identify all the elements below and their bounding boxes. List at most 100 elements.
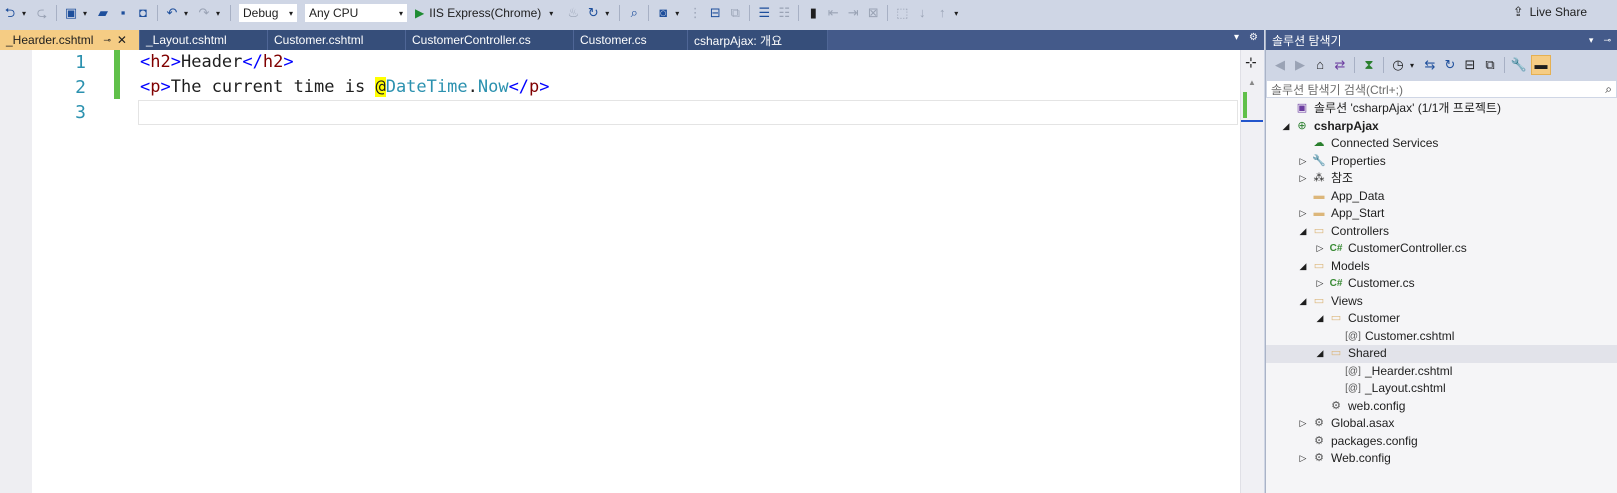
pin-icon[interactable]: ⊸ bbox=[103, 35, 111, 46]
object-browser-icon[interactable]: ⊟ bbox=[707, 5, 723, 21]
collapse-arrow-icon[interactable]: ◢ bbox=[1314, 310, 1326, 328]
step-icon[interactable]: ⬚ bbox=[894, 5, 910, 21]
close-icon[interactable]: ✕ bbox=[117, 33, 127, 47]
split-window-icon[interactable]: ⊹ bbox=[1245, 54, 1257, 71]
expand-arrow-icon[interactable]: ▷ bbox=[1314, 240, 1326, 258]
history-dropdown-icon[interactable]: ▾ bbox=[1408, 61, 1416, 70]
pending-changes-filter-icon[interactable]: ⧗ bbox=[1361, 57, 1377, 73]
sync-icon[interactable]: ⇆ bbox=[1422, 57, 1438, 73]
refresh-browser-icon[interactable]: ↻ bbox=[585, 5, 601, 21]
expand-arrow-icon[interactable]: ▷ bbox=[1314, 275, 1326, 293]
search-icon[interactable]: ⌕ bbox=[1605, 82, 1612, 97]
expand-arrow-icon[interactable]: ▷ bbox=[1297, 205, 1309, 223]
undo-icon[interactable]: ↶ bbox=[164, 5, 180, 21]
forward-icon[interactable]: ▶ bbox=[1292, 57, 1308, 73]
collapse-arrow-icon[interactable]: ◢ bbox=[1297, 258, 1309, 276]
tree-item[interactable]: ◢ ▭ Controllers bbox=[1266, 223, 1617, 241]
live-share-button[interactable]: ⇪ Live Share bbox=[1513, 4, 1587, 20]
expand-arrow-icon[interactable]: ▷ bbox=[1297, 153, 1309, 171]
tree-item[interactable]: ⚙ packages.config bbox=[1266, 433, 1617, 451]
tree-item[interactable]: [@] _Layout.cshtml bbox=[1266, 380, 1617, 398]
tree-item[interactable]: ◢ ▭ Views bbox=[1266, 293, 1617, 311]
tree-item[interactable]: ▷ C# Customer.cs bbox=[1266, 275, 1617, 293]
next-bookmark-icon[interactable]: ⇥ bbox=[845, 5, 861, 21]
new-project-dropdown-icon[interactable]: ▾ bbox=[81, 9, 89, 18]
tree-item[interactable]: ▷ ⚙ Web.config bbox=[1266, 450, 1617, 468]
tab-customer-cs[interactable]: Customer.cs bbox=[574, 30, 688, 50]
layout-icon[interactable]: ⋮ bbox=[687, 5, 703, 21]
start-debugging-button[interactable]: ▶ IIS Express(Chrome) ▾ bbox=[415, 6, 559, 20]
tree-item[interactable]: ◢ ▭ Shared bbox=[1266, 345, 1617, 363]
collapse-all-icon[interactable]: ⊟ bbox=[1462, 57, 1478, 73]
tree-item[interactable]: [@] _Hearder.cshtml bbox=[1266, 363, 1617, 381]
tree-item[interactable]: [@] Customer.cshtml bbox=[1266, 328, 1617, 346]
navigate-forward-icon[interactable]: ⮎ bbox=[34, 5, 50, 21]
back-icon[interactable]: ◀ bbox=[1272, 57, 1288, 73]
tab-layout-cshtml[interactable]: _Layout.cshtml bbox=[140, 30, 268, 50]
tab-customer-cshtml[interactable]: Customer.cshtml bbox=[268, 30, 406, 50]
solution-configuration-select[interactable]: Debug ▾ bbox=[238, 3, 298, 23]
arrow-up-icon[interactable]: ↑ bbox=[934, 5, 950, 21]
undo-dropdown-icon[interactable]: ▾ bbox=[182, 9, 190, 18]
save-all-icon[interactable]: ◘ bbox=[135, 5, 151, 21]
pin-icon[interactable]: ⊸ bbox=[1603, 35, 1611, 46]
indicator-margin[interactable] bbox=[0, 50, 32, 493]
code-line-2[interactable]: <p>The current time is @DateTime.Now</p> bbox=[140, 75, 1238, 100]
scroll-up-icon[interactable]: ▲ bbox=[1248, 78, 1256, 87]
code-line-3-current[interactable] bbox=[138, 100, 1238, 125]
gear-icon[interactable]: ⚙ bbox=[1249, 32, 1258, 43]
code-editor[interactable]: 1 2 3 <h2>Header</h2> <p>The current tim… bbox=[0, 50, 1264, 493]
vertical-scrollbar[interactable]: ⊹ ▲ bbox=[1240, 50, 1264, 493]
tree-item[interactable]: ◢ ▭ Models bbox=[1266, 258, 1617, 276]
tree-item[interactable]: ▣ 솔루션 'csharpAjax' (1/1개 프로젝트) bbox=[1266, 100, 1617, 118]
bookmark-icon[interactable]: ▮ bbox=[805, 5, 821, 21]
tree-item[interactable]: ◢ ▭ Customer bbox=[1266, 310, 1617, 328]
solution-explorer-search-input[interactable]: 솔루션 탐색기 검색(Ctrl+;) ⌕ bbox=[1266, 80, 1617, 98]
show-all-files-icon[interactable]: ⧉ bbox=[1482, 57, 1498, 73]
tab-csharpajax-overview[interactable]: csharpAjax: 개요 bbox=[688, 30, 828, 50]
collapse-arrow-icon[interactable]: ◢ bbox=[1314, 345, 1326, 363]
solution-explorer-title-bar[interactable]: 솔루션 탐색기 ▾ ⊸ bbox=[1266, 30, 1617, 50]
tree-item[interactable]: ▬ App_Data bbox=[1266, 188, 1617, 206]
toolbar-overflow-icon[interactable]: ▾ bbox=[673, 9, 681, 18]
tab-hearder-cshtml[interactable]: _Hearder.cshtml ⊸ ✕ bbox=[0, 30, 140, 50]
screenshot-icon[interactable]: ◙ bbox=[655, 5, 671, 21]
tree-item[interactable]: ◢ ⊕ csharpAjax bbox=[1266, 118, 1617, 136]
comment-lines-icon[interactable]: ☰ bbox=[756, 5, 772, 21]
expand-arrow-icon[interactable]: ▷ bbox=[1297, 450, 1309, 468]
tree-item[interactable]: ▷ ▬ App_Start bbox=[1266, 205, 1617, 223]
collapse-arrow-icon[interactable]: ◢ bbox=[1280, 118, 1292, 136]
code-text-area[interactable]: <h2>Header</h2> <p>The current time is @… bbox=[138, 50, 1238, 125]
tab-customercontroller-cs[interactable]: CustomerController.cs bbox=[406, 30, 574, 50]
find-in-files-icon[interactable]: ⌕ bbox=[626, 5, 642, 21]
redo-icon[interactable]: ↷ bbox=[196, 5, 212, 21]
previous-bookmark-icon[interactable]: ⇤ bbox=[825, 5, 841, 21]
run-target-dropdown-icon[interactable]: ▾ bbox=[547, 9, 555, 18]
tree-item[interactable]: ▷ 🔧 Properties bbox=[1266, 153, 1617, 171]
expand-arrow-icon[interactable]: ▷ bbox=[1297, 170, 1309, 188]
open-folder-icon[interactable]: ▰ bbox=[95, 5, 111, 21]
compare-icon[interactable]: ⧉ bbox=[727, 5, 743, 21]
panel-options-dropdown-icon[interactable]: ▾ bbox=[1589, 35, 1594, 46]
navigate-back-dropdown-icon[interactable]: ▾ bbox=[20, 9, 28, 18]
tree-item[interactable]: ☁ Connected Services bbox=[1266, 135, 1617, 153]
expand-arrow-icon[interactable]: ▷ bbox=[1297, 415, 1309, 433]
solution-platform-select[interactable]: Any CPU ▾ bbox=[304, 3, 408, 23]
tree-item[interactable]: ▷ ⁂ 참조 bbox=[1266, 170, 1617, 188]
refresh-icon[interactable]: ↻ bbox=[1442, 57, 1458, 73]
navigate-back-icon[interactable]: ⮌ bbox=[2, 5, 18, 21]
history-icon[interactable]: ◷ bbox=[1390, 57, 1406, 73]
new-project-icon[interactable]: ▣ bbox=[63, 5, 79, 21]
browser-link-dropdown-icon[interactable]: ▾ bbox=[603, 9, 611, 18]
tree-item[interactable]: ⚙ web.config bbox=[1266, 398, 1617, 416]
tab-list-dropdown-icon[interactable]: ▾ bbox=[1234, 32, 1239, 43]
uncomment-lines-icon[interactable]: ☷ bbox=[776, 5, 792, 21]
switch-views-icon[interactable]: ⇄ bbox=[1332, 57, 1348, 73]
redo-dropdown-icon[interactable]: ▾ bbox=[214, 9, 222, 18]
properties-wrench-icon[interactable]: 🔧 bbox=[1511, 57, 1527, 73]
save-icon[interactable]: ▪ bbox=[115, 5, 131, 21]
tree-item[interactable]: ▷ C# CustomerController.cs bbox=[1266, 240, 1617, 258]
collapse-arrow-icon[interactable]: ◢ bbox=[1297, 293, 1309, 311]
code-line-1[interactable]: <h2>Header</h2> bbox=[140, 50, 1238, 75]
home-icon[interactable]: ⌂ bbox=[1312, 57, 1328, 73]
